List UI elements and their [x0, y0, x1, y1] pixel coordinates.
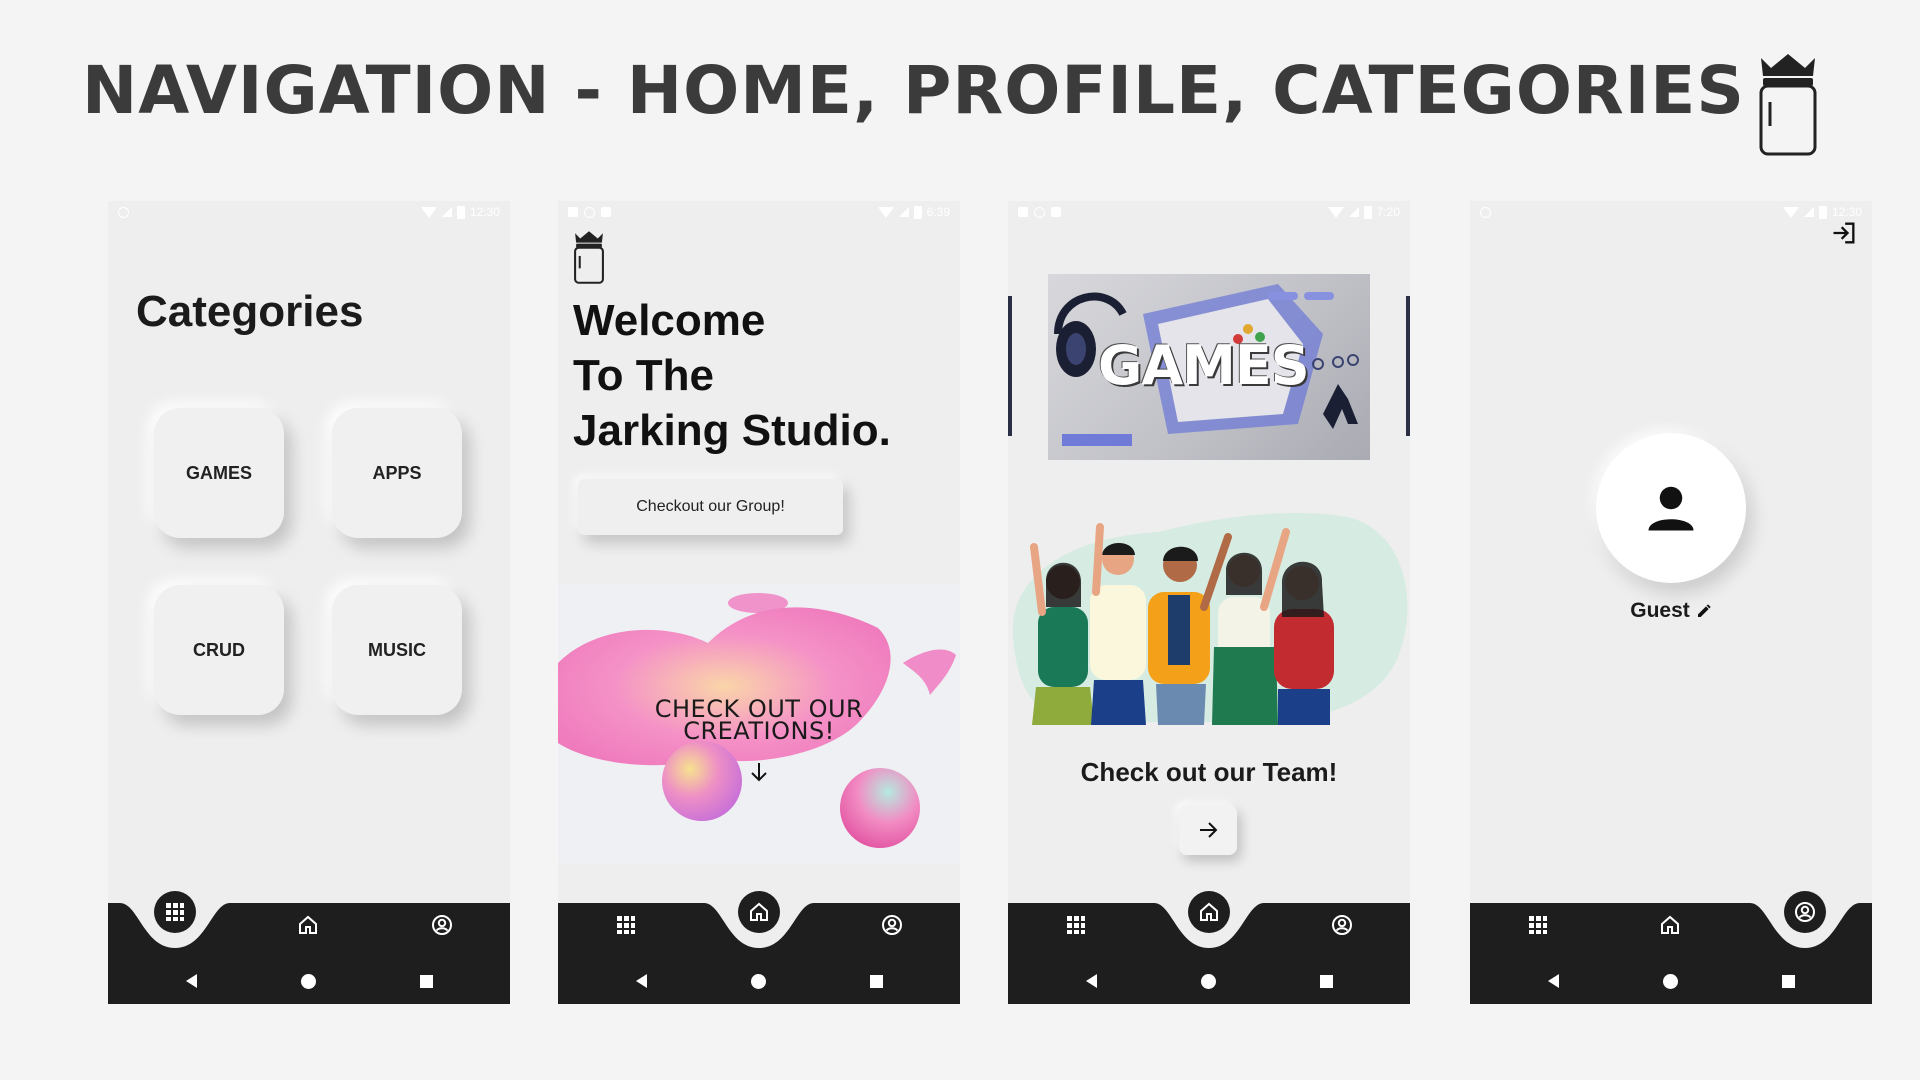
carousel-edge-left [1008, 296, 1012, 436]
system-nav-bar [108, 956, 510, 1004]
arrow-down-icon [751, 763, 767, 782]
games-team-screen: 7:20 GAMES Check out our Team! [1008, 201, 1410, 1004]
profile-icon[interactable] [430, 913, 454, 937]
nav-profile-button[interactable] [1784, 891, 1826, 933]
carousel-edge-right [1406, 296, 1410, 436]
system-nav-bar [1470, 956, 1872, 1004]
profile-screen: 12:30 Guest [1470, 201, 1872, 1004]
recents-icon[interactable] [1782, 975, 1795, 988]
grid-icon [166, 903, 184, 921]
category-card-crud[interactable]: CRUD [154, 585, 284, 715]
profile-name: Guest [1630, 599, 1690, 622]
profile-icon[interactable] [880, 913, 904, 937]
nav-home-button[interactable] [738, 891, 780, 933]
home-icon[interactable] [296, 913, 320, 937]
profile-icon [1795, 902, 1815, 922]
bottom-navigation [1470, 891, 1872, 1004]
recents-icon[interactable] [1320, 975, 1333, 988]
games-banner-image[interactable]: GAMES [1048, 274, 1370, 460]
category-card-games[interactable]: GAMES [154, 408, 284, 538]
home-icon[interactable] [1658, 913, 1682, 937]
status-bar: 12:30 [1470, 201, 1872, 223]
grid-icon[interactable] [614, 913, 638, 937]
team-heading: Check out our Team! [1080, 757, 1338, 787]
status-time: 12:30 [1831, 205, 1862, 219]
welcome-line-3: Jarking Studio. [573, 406, 891, 455]
system-home-icon[interactable] [1663, 974, 1678, 989]
home-icon [750, 902, 768, 921]
recents-icon[interactable] [420, 975, 433, 988]
status-bar: 12:30 [108, 201, 510, 223]
nav-home-button[interactable] [1188, 891, 1230, 933]
welcome-line-2: To The [573, 351, 714, 400]
bottom-navigation [1008, 891, 1410, 1004]
welcome-heading: Welcome To The Jarking Studio. [573, 293, 953, 458]
profile-name-row: Guest [1470, 599, 1872, 623]
category-card-music[interactable]: MUSIC [332, 585, 462, 715]
grid-icon[interactable] [1064, 913, 1088, 937]
status-bar: 7:20 [1008, 201, 1410, 223]
login-icon[interactable] [1830, 219, 1858, 247]
pencil-icon[interactable] [1696, 603, 1712, 619]
creations-banner[interactable]: CHECK OUT OUR CREATIONS! [558, 583, 960, 863]
slide-title: NAVIGATION - HOME, PROFILE, CATEGORIES [82, 52, 1745, 129]
system-home-icon[interactable] [751, 974, 766, 989]
grid-icon[interactable] [1526, 913, 1550, 937]
creations-label: CHECK OUT OUR CREATIONS! [558, 697, 960, 745]
profile-icon[interactable] [1330, 913, 1354, 937]
status-time: 12:30 [469, 205, 500, 219]
team-arrow-button[interactable] [1179, 805, 1237, 855]
home-screen: 6:39 Welcome To The Jarking Studio. Chec… [558, 201, 960, 1004]
bottom-navigation [558, 891, 960, 1004]
crowned-jar-logo-icon [1759, 54, 1817, 156]
team-illustration [1012, 512, 1408, 725]
checkout-group-button[interactable]: Checkout our Group! [578, 479, 843, 535]
bottom-navigation [108, 891, 510, 1004]
status-time: 7:20 [1376, 205, 1400, 219]
system-nav-bar [558, 956, 960, 1004]
categories-screen: 12:30 Categories GAMES APPS CRUD MUSIC [108, 201, 510, 1004]
system-home-icon[interactable] [301, 974, 316, 989]
back-icon[interactable] [1548, 974, 1559, 988]
avatar[interactable] [1596, 433, 1746, 583]
back-icon[interactable] [636, 974, 647, 988]
system-nav-bar [1008, 956, 1410, 1004]
person-icon [1648, 486, 1694, 531]
status-time: 6:39 [926, 205, 950, 219]
games-banner-text: GAMES [1098, 334, 1310, 397]
back-icon[interactable] [186, 974, 197, 988]
crowned-jar-logo-icon [574, 231, 604, 284]
recents-icon[interactable] [870, 975, 883, 988]
system-home-icon[interactable] [1201, 974, 1216, 989]
back-icon[interactable] [1086, 974, 1097, 988]
nav-categories-button[interactable] [154, 891, 196, 933]
arrow-right-icon [1200, 822, 1218, 838]
creations-line-2: CREATIONS! [683, 717, 835, 745]
welcome-line-1: Welcome [573, 296, 766, 345]
category-card-apps[interactable]: APPS [332, 408, 462, 538]
page-title: Categories [136, 287, 364, 336]
home-icon [1200, 902, 1218, 921]
status-bar: 6:39 [558, 201, 960, 223]
